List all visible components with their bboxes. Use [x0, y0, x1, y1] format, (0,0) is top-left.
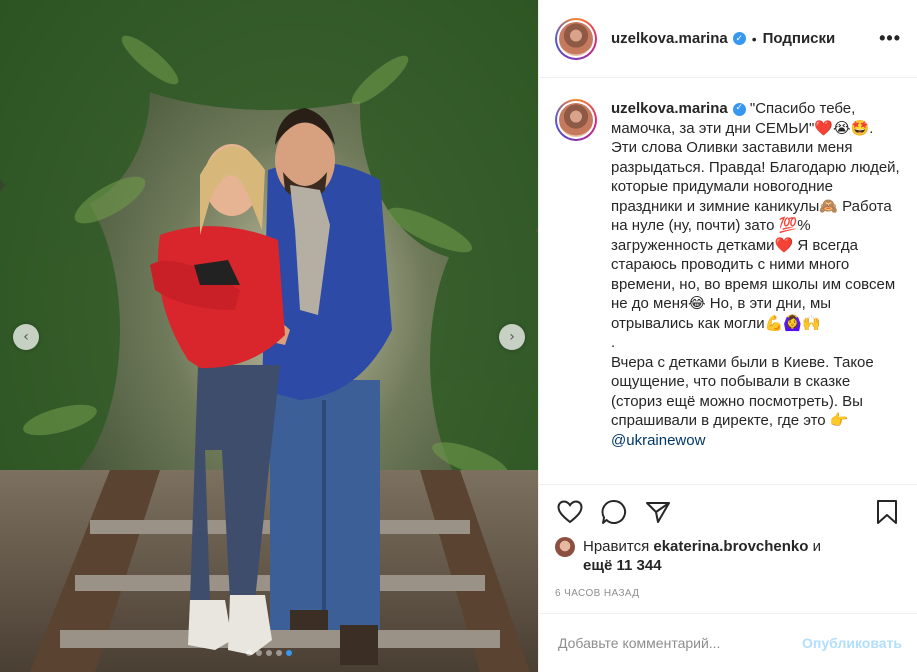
add-comment-form: Опубликовать [539, 613, 917, 672]
likes-prefix: Нравится [583, 538, 654, 555]
post-header: uzelkova.marina ✓ • Подписки ••• [539, 0, 917, 78]
liker-avatar[interactable] [555, 537, 575, 557]
carousel-dot [256, 650, 262, 656]
carousel-dot [246, 650, 252, 656]
bookmark-icon [877, 500, 897, 524]
comment-input[interactable] [558, 635, 795, 651]
chevron-left-icon: ‹ [23, 329, 29, 345]
caption: uzelkova.marina ✓ "Спасибо тебе, мамочка,… [555, 99, 902, 450]
comment-icon [601, 499, 626, 524]
carousel-dot [266, 650, 272, 656]
likes-count-link[interactable]: ещё 11 344 [583, 557, 662, 574]
header-separator: • [751, 30, 757, 47]
previous-slide-button[interactable]: ‹ [13, 324, 39, 350]
caption-body: "Спасибо тебе, мамочка, за эти дни СЕМЬИ… [611, 100, 900, 429]
like-button[interactable] [555, 497, 585, 527]
verified-icon: ✓ [732, 102, 746, 116]
share-button[interactable] [643, 497, 673, 527]
likes-and: и [808, 538, 821, 555]
avatar[interactable] [555, 17, 597, 60]
carousel-indicator [0, 650, 538, 656]
post-photo [0, 0, 538, 672]
next-slide-button[interactable]: › [499, 324, 525, 350]
carousel-dot [276, 650, 282, 656]
liker-username-link[interactable]: ekaterina.brovchenko [653, 538, 808, 555]
following-button[interactable]: Подписки [763, 30, 836, 47]
caption-username-link[interactable]: uzelkova.marina [611, 100, 728, 117]
post-actions: Нравится ekaterina.brovchenko и ещё 11 3… [539, 484, 917, 599]
heart-icon [557, 500, 583, 524]
caption-text: uzelkova.marina ✓ "Спасибо тебе, мамочка,… [611, 99, 901, 450]
caption-section[interactable]: uzelkova.marina ✓ "Спасибо тебе, мамочка,… [539, 79, 917, 484]
publish-button[interactable]: Опубликовать [802, 635, 902, 651]
chevron-right-icon: › [509, 329, 515, 345]
comment-button[interactable] [599, 497, 629, 527]
post-sidebar: uzelkova.marina ✓ • Подписки ••• uzelkov… [538, 0, 917, 672]
carousel-dot [286, 650, 292, 656]
caption-avatar[interactable] [555, 99, 597, 141]
post-media[interactable]: ‹ › [0, 0, 538, 672]
likes-summary: Нравится ekaterina.brovchenko и ещё 11 3… [555, 537, 902, 575]
post-timestamp[interactable]: 6 часов назад [555, 588, 902, 599]
username-link[interactable]: uzelkova.marina [611, 30, 728, 47]
more-icon[interactable]: ••• [879, 28, 901, 49]
mention-link[interactable]: @ukrainewow [611, 432, 705, 449]
save-button[interactable] [872, 497, 902, 527]
verified-icon: ✓ [732, 32, 746, 45]
share-icon [646, 502, 670, 523]
